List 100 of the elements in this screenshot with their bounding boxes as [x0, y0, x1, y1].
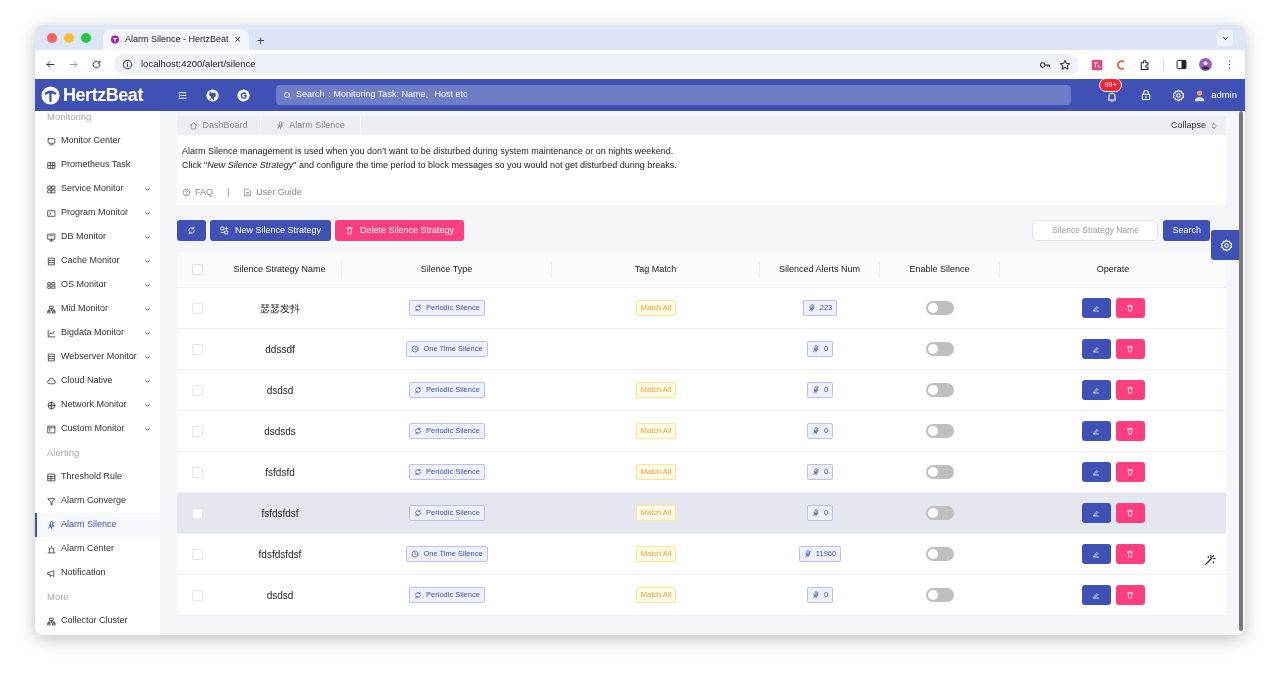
sidebar-section-title: Monitoring [47, 111, 92, 124]
delete-button[interactable] [1115, 544, 1145, 564]
sidebar-item[interactable]: Notification [35, 561, 160, 585]
edit-button[interactable] [1081, 585, 1111, 605]
sidebar-item[interactable]: Custom Monitor [35, 417, 160, 441]
sidebar-item[interactable]: Monitor Center [35, 129, 160, 153]
row-checkbox[interactable] [192, 589, 203, 601]
sidebar-item[interactable]: Mid Monitor [35, 297, 160, 321]
mute-icon [276, 121, 286, 130]
sidebar-item[interactable]: Network Monitor [35, 393, 160, 417]
row-checkbox[interactable] [192, 384, 203, 396]
column-header: Enable Silence [909, 262, 970, 276]
edit-button[interactable] [1081, 298, 1111, 318]
row-checkbox[interactable] [192, 548, 203, 560]
browser-tab[interactable]: Alarm Silence - HertzBeat × [103, 29, 249, 50]
collapse-button[interactable]: Collapse [1170, 116, 1226, 135]
back-icon[interactable] [45, 59, 56, 70]
edit-button[interactable] [1081, 380, 1111, 400]
sidebar-item[interactable]: Service Monitor [35, 177, 160, 201]
forward-icon[interactable] [68, 59, 79, 70]
search-field[interactable]: Search：Monitoring Task: Name、Host etc [276, 85, 1071, 105]
reload-icon[interactable] [91, 59, 102, 70]
profile-avatar[interactable] [1199, 58, 1212, 71]
address-bar[interactable]: localhost:4200/alert/silence [114, 54, 1079, 75]
sidebar-item[interactable]: Program Monitor [35, 201, 160, 225]
faq-link[interactable]: FAQ [182, 186, 213, 200]
puzzle-icon[interactable] [1139, 58, 1151, 71]
sidebar-toggle-icon[interactable] [1176, 59, 1187, 70]
user-menu[interactable]: admin [1193, 87, 1237, 103]
sidebar-item[interactable]: Cache Monitor [35, 249, 160, 273]
table-cell-text: 瑟瑟发抖 [260, 301, 300, 316]
chevron-down-icon [144, 425, 151, 433]
enable-toggle[interactable] [926, 383, 954, 397]
enable-toggle[interactable] [926, 506, 954, 520]
enable-toggle[interactable] [926, 588, 954, 602]
app-favicon [111, 34, 119, 45]
new-tab-button[interactable]: + [257, 34, 265, 47]
row-checkbox[interactable] [192, 507, 203, 519]
zoom-window-button[interactable] [81, 32, 91, 43]
cycle-icon [414, 468, 423, 476]
sidebar-item[interactable]: OS Monitor [35, 273, 160, 297]
select-all-checkbox[interactable] [192, 264, 203, 275]
delete-button[interactable] [1115, 298, 1145, 318]
sidebar-item[interactable]: Alarm Center [35, 537, 160, 561]
column-header: Silenced Alerts Num [778, 262, 860, 276]
user-guide-link[interactable]: User Guide [243, 186, 302, 200]
delete-button[interactable] [1115, 503, 1145, 523]
github-icon[interactable] [206, 88, 219, 102]
sidebar-item[interactable]: Collector Cluster [35, 609, 160, 633]
chart-icon [47, 328, 56, 338]
scrollbar[interactable] [1239, 111, 1243, 631]
edit-button[interactable] [1081, 503, 1111, 523]
chevron-down-icon [144, 305, 151, 313]
sidebar-item[interactable]: Webserver Monitor [35, 345, 160, 369]
lock-icon[interactable] [1140, 89, 1153, 101]
delete-button[interactable] [1115, 380, 1145, 400]
add-grid-icon [220, 226, 229, 235]
bell-icon[interactable] [1106, 91, 1119, 103]
edit-button[interactable] [1081, 421, 1111, 441]
enable-toggle[interactable] [926, 342, 954, 356]
settings-drawer-button[interactable] [1211, 230, 1241, 260]
row-checkbox[interactable] [192, 343, 203, 355]
star-icon[interactable] [1059, 58, 1071, 71]
menu-fold-icon[interactable] [177, 89, 188, 101]
close-window-button[interactable] [47, 32, 57, 43]
row-checkbox[interactable] [192, 425, 203, 437]
sidebar-item[interactable]: Alarm Converge [35, 489, 160, 513]
sidebar-item[interactable]: Alarm Silence [35, 513, 160, 537]
enable-toggle[interactable] [926, 465, 954, 479]
new-strategy-button[interactable]: New Silence Strategy [210, 220, 332, 241]
extension-icon[interactable] [1091, 58, 1103, 71]
delete-button[interactable] [1115, 462, 1145, 482]
edit-button[interactable] [1081, 339, 1111, 359]
edit-button[interactable] [1081, 544, 1111, 564]
sidebar-item[interactable]: Threshold Rule [35, 465, 160, 489]
magic-wand-icon[interactable] [1203, 553, 1217, 567]
edit-button[interactable] [1081, 462, 1111, 482]
g-logo-icon[interactable] [237, 88, 250, 102]
extension-icon[interactable] [1115, 58, 1127, 71]
delete-button[interactable] [1115, 585, 1145, 605]
close-tab-button[interactable]: × [234, 34, 241, 45]
row-checkbox[interactable] [192, 466, 203, 478]
enable-toggle[interactable] [926, 547, 954, 561]
enable-toggle[interactable] [926, 301, 954, 315]
sidebar-section-title: Alerting [47, 445, 80, 460]
delete-button[interactable] [1115, 339, 1145, 359]
delete-button[interactable] [1115, 421, 1145, 441]
sidebar-item[interactable]: Bigdata Monitor [35, 321, 160, 345]
table-icon [47, 472, 56, 482]
column-header: Operate [1096, 262, 1130, 276]
settings-icon[interactable] [1172, 88, 1186, 102]
url-text: localhost:4200/alert/silence [141, 57, 257, 72]
link-separator: | [227, 186, 230, 199]
enable-toggle[interactable] [926, 424, 954, 438]
sidebar-item[interactable]: Cloud Native [35, 369, 160, 393]
row-checkbox[interactable] [192, 302, 203, 314]
refresh-button[interactable] [177, 220, 206, 241]
sidebar-item[interactable]: Prometheus Task [35, 153, 160, 177]
search-button[interactable]: Search [1163, 220, 1210, 241]
sidebar-item[interactable]: DB Monitor [35, 225, 160, 249]
